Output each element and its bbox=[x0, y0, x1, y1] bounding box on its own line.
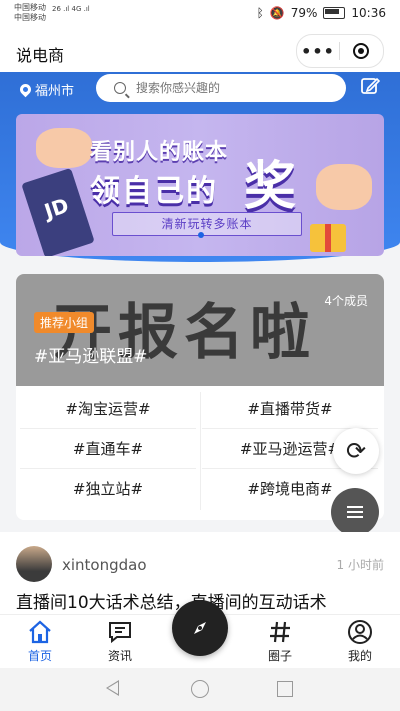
more-button[interactable]: ••• bbox=[297, 42, 339, 61]
battery-icon bbox=[323, 7, 346, 19]
search-input[interactable] bbox=[134, 80, 338, 96]
close-button[interactable] bbox=[340, 43, 382, 59]
tab-news-label: 资讯 bbox=[107, 649, 132, 663]
topic-divider bbox=[200, 392, 201, 510]
compass-icon bbox=[194, 622, 206, 634]
carousel-dot-active[interactable] bbox=[198, 232, 204, 238]
hand-illustration-right bbox=[316, 164, 372, 210]
hashtag-icon bbox=[270, 621, 290, 643]
carrier-1: 中国移动 bbox=[14, 3, 46, 12]
search-icon bbox=[114, 82, 126, 94]
signal-2: 4G .ıl bbox=[71, 5, 90, 13]
mini-program-capsule: ••• bbox=[296, 34, 384, 68]
mute-bell-icon: 🔕 bbox=[269, 6, 285, 20]
menu-icon bbox=[347, 506, 363, 508]
signal-indicators: 26 .ıl 4G .ıl bbox=[52, 5, 90, 13]
recents-icon[interactable] bbox=[277, 681, 293, 697]
topic-tag[interactable]: #淘宝运营# bbox=[20, 390, 196, 429]
recommended-group-card[interactable]: 开报名啦 推荐小组 4个成员 #亚马逊联盟# #淘宝运营# #直播带货# #直通… bbox=[16, 274, 384, 520]
location-pin-icon bbox=[17, 81, 34, 98]
target-icon bbox=[353, 43, 369, 59]
home-circle-icon[interactable] bbox=[191, 680, 209, 698]
system-nav-bar bbox=[0, 668, 400, 711]
recommend-tag: 推荐小组 bbox=[34, 312, 95, 333]
hand-illustration-left bbox=[36, 128, 92, 168]
tab-news[interactable]: 资讯 bbox=[90, 617, 150, 664]
home-icon bbox=[29, 620, 51, 644]
battery-percent: 79% bbox=[290, 6, 318, 20]
banner-subtitle: 清新玩转多账本 bbox=[112, 212, 302, 236]
menu-icon-line bbox=[347, 516, 363, 518]
banner-line2: 领自己的 bbox=[90, 174, 218, 209]
search-bar[interactable] bbox=[96, 74, 346, 102]
discover-button[interactable] bbox=[172, 600, 228, 656]
tab-home[interactable]: 首页 bbox=[10, 617, 70, 664]
banner-line1: 看别人的账本 bbox=[90, 140, 229, 165]
city-label: 福州市 bbox=[35, 84, 75, 99]
status-right: ᛒ 🔕 79% 10:36 bbox=[257, 6, 386, 20]
group-hero-image: 开报名啦 推荐小组 4个成员 #亚马逊联盟# bbox=[16, 274, 384, 386]
topic-tag[interactable]: #直通车# bbox=[20, 430, 196, 469]
tab-me-label: 我的 bbox=[347, 649, 372, 663]
bluetooth-icon: ᛒ bbox=[256, 6, 264, 20]
back-icon[interactable] bbox=[106, 680, 119, 696]
group-name: #亚马逊联盟# bbox=[34, 347, 148, 367]
menu-icon-line bbox=[347, 511, 363, 513]
clock: 10:36 bbox=[351, 6, 386, 20]
menu-button[interactable] bbox=[331, 488, 379, 536]
signal-1: 26 .ıl bbox=[52, 5, 70, 13]
refresh-icon: ⟳ bbox=[345, 437, 367, 465]
app-title: 说电商 bbox=[16, 46, 65, 65]
app-header: 说电商 ••• bbox=[0, 30, 400, 72]
tab-circle-label: 圈子 bbox=[267, 649, 292, 663]
topic-tag[interactable]: #直播带货# bbox=[202, 390, 378, 429]
refresh-button[interactable]: ⟳ bbox=[333, 428, 379, 474]
card-illustration: JD bbox=[21, 167, 95, 256]
post-author[interactable]: xintongdao bbox=[62, 556, 147, 574]
user-icon bbox=[348, 620, 372, 644]
edit-icon[interactable] bbox=[360, 76, 380, 96]
carrier-2: 中国移动 bbox=[14, 13, 46, 22]
post-time: 1 小时前 bbox=[336, 558, 384, 572]
avatar[interactable] bbox=[16, 546, 52, 582]
member-count: 4个成员 bbox=[324, 294, 368, 308]
banner-big-char: 奖 bbox=[244, 157, 297, 217]
tab-home-label: 首页 bbox=[27, 649, 52, 663]
gift-box-icon bbox=[310, 224, 346, 252]
message-icon bbox=[109, 622, 131, 644]
tab-circle[interactable]: 圈子 bbox=[250, 617, 310, 664]
status-bar: 中国移动 中国移动 26 .ıl 4G .ıl ᛒ 🔕 79% 10:36 bbox=[0, 0, 400, 30]
carrier-labels: 中国移动 中国移动 bbox=[14, 3, 46, 23]
topic-tag[interactable]: #独立站# bbox=[20, 470, 196, 508]
tab-me[interactable]: 我的 bbox=[330, 617, 390, 664]
card-text: JD bbox=[41, 193, 72, 224]
location-selector[interactable]: 福州市 bbox=[17, 80, 75, 99]
promo-banner[interactable]: JD 看别人的账本 领自己的 奖 清新玩转多账本 bbox=[16, 114, 384, 256]
